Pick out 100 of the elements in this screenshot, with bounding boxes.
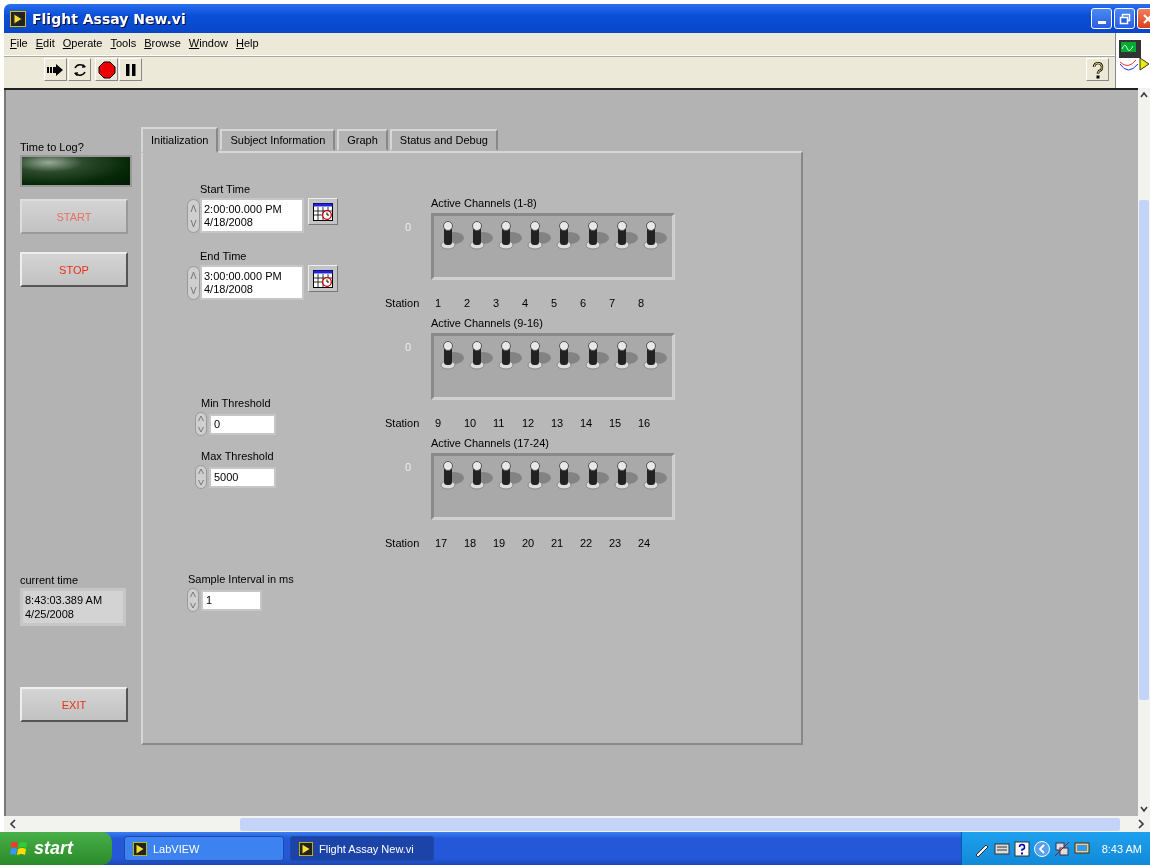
station-number: 5 bbox=[551, 297, 559, 309]
tab[interactable]: Subject Information bbox=[220, 129, 336, 151]
tab[interactable]: Status and Debug bbox=[389, 129, 498, 151]
toggle-switch[interactable] bbox=[439, 460, 465, 490]
tab[interactable]: Graph bbox=[337, 129, 388, 151]
timestamp-field[interactable]: 2:00:00.000 PM 4/18/2008 bbox=[200, 198, 304, 233]
station-label: Station bbox=[385, 297, 421, 309]
toggle-switch[interactable] bbox=[555, 220, 581, 250]
toggle-switch[interactable] bbox=[584, 460, 610, 490]
minimize-icon bbox=[1097, 21, 1106, 24]
station-number: 7 bbox=[609, 297, 617, 309]
menu-item[interactable]: Edit bbox=[35, 37, 55, 51]
toggle-switch[interactable] bbox=[497, 220, 523, 250]
station-number: 20 bbox=[522, 537, 536, 549]
station-number: 1 bbox=[435, 297, 443, 309]
station-number: 16 bbox=[638, 417, 652, 429]
help-icon[interactable] bbox=[1013, 840, 1030, 857]
toggle-switch[interactable] bbox=[526, 340, 552, 370]
toggle-switch[interactable] bbox=[613, 340, 639, 370]
station-number: 18 bbox=[464, 537, 478, 549]
run-arrow-icon bbox=[46, 62, 65, 77]
taskbar-button[interactable]: LabVIEW bbox=[124, 836, 284, 861]
run-button[interactable] bbox=[44, 58, 67, 81]
scroll-down-icon[interactable] bbox=[1139, 804, 1149, 814]
toggle-switch[interactable] bbox=[584, 220, 610, 250]
station-number: 2 bbox=[464, 297, 472, 309]
abort-button[interactable] bbox=[95, 58, 118, 81]
tab[interactable]: Initialization bbox=[141, 127, 219, 153]
toggle-switch[interactable] bbox=[526, 460, 552, 490]
station-number: 17 bbox=[435, 537, 449, 549]
station-number: 23 bbox=[609, 537, 623, 549]
vi-icon bbox=[10, 10, 26, 27]
station-number: 4 bbox=[522, 297, 530, 309]
calendar-icon bbox=[313, 269, 333, 288]
network-icon[interactable] bbox=[1053, 840, 1070, 857]
station-label: Station bbox=[385, 537, 421, 549]
toggle-switch[interactable] bbox=[555, 340, 581, 370]
station-number: 13 bbox=[551, 417, 565, 429]
toggle-switch[interactable] bbox=[497, 460, 523, 490]
run-continuously-button[interactable] bbox=[68, 58, 91, 81]
calendar-button[interactable] bbox=[308, 198, 338, 225]
station-number: 11 bbox=[493, 417, 506, 429]
horizontal-scrollbar[interactable] bbox=[4, 816, 1150, 832]
numeric-field[interactable]: 5000 bbox=[209, 466, 276, 488]
station-label: Station bbox=[385, 417, 421, 429]
toggle-switch[interactable] bbox=[584, 340, 610, 370]
log-label: Time to Log? bbox=[20, 141, 84, 153]
toggle-switch[interactable] bbox=[613, 460, 639, 490]
toggle-switch[interactable] bbox=[642, 220, 668, 250]
toggle-switch[interactable] bbox=[642, 340, 668, 370]
scroll-up-icon[interactable] bbox=[1139, 90, 1149, 100]
calendar-button[interactable] bbox=[308, 265, 338, 292]
station-number: 22 bbox=[580, 537, 594, 549]
group-label: Active Channels (9-16) bbox=[431, 317, 544, 329]
toggle-switch[interactable] bbox=[555, 460, 581, 490]
station-number: 8 bbox=[638, 297, 646, 309]
menu-item[interactable]: Tools bbox=[110, 37, 137, 51]
question-mark-icon bbox=[1090, 60, 1105, 79]
toggle-switch[interactable] bbox=[526, 220, 552, 250]
stop-sign-icon bbox=[97, 60, 116, 79]
toggle-switch[interactable] bbox=[468, 340, 494, 370]
pause-button[interactable] bbox=[119, 58, 142, 81]
field-label: Max Threshold bbox=[201, 450, 275, 462]
station-number: 10 bbox=[464, 417, 478, 429]
numeric-field[interactable]: 1 bbox=[201, 589, 262, 611]
menu-item[interactable]: File bbox=[10, 37, 28, 51]
time-label: current time bbox=[20, 574, 79, 586]
restore-icon bbox=[1118, 12, 1131, 25]
pause-icon bbox=[124, 62, 137, 77]
menu-item[interactable]: Window bbox=[188, 37, 228, 51]
menu-item[interactable]: Operate bbox=[62, 37, 103, 51]
group-label: Active Channels (1-8) bbox=[431, 197, 538, 209]
keyboard-icon[interactable] bbox=[993, 840, 1010, 857]
taskbar-button[interactable]: Flight Assay New.vi bbox=[290, 836, 434, 861]
toggle-switch[interactable] bbox=[642, 460, 668, 490]
numeric-field[interactable]: 0 bbox=[209, 413, 276, 435]
menu-item[interactable]: Browse bbox=[144, 37, 181, 51]
vi-icon bbox=[299, 841, 313, 856]
restore-button[interactable] bbox=[1114, 8, 1135, 29]
toggle-switch[interactable] bbox=[468, 220, 494, 250]
station-number: 3 bbox=[493, 297, 501, 309]
field-label: Min Threshold bbox=[201, 397, 272, 409]
monitor-icon[interactable] bbox=[1073, 840, 1090, 857]
toggle-switch[interactable] bbox=[439, 220, 465, 250]
time-display: 8:43:03.389 AM 4/25/2008 bbox=[20, 588, 126, 626]
station-number: 9 bbox=[435, 417, 443, 429]
station-number: 6 bbox=[580, 297, 588, 309]
timestamp-field[interactable]: 3:00:00.000 PM 4/18/2008 bbox=[200, 265, 304, 300]
toggle-switch[interactable] bbox=[613, 220, 639, 250]
toggle-switch[interactable] bbox=[497, 340, 523, 370]
station-number: 24 bbox=[638, 537, 652, 549]
group-label: Active Channels (17-24) bbox=[431, 437, 550, 449]
clock: 8:43 AM bbox=[1101, 842, 1142, 855]
toggle-switch[interactable] bbox=[439, 340, 465, 370]
help-button[interactable] bbox=[1086, 58, 1109, 81]
field-label: Sample Interval in ms bbox=[188, 573, 295, 585]
menu-item[interactable]: Help bbox=[236, 37, 259, 51]
toggle-switch[interactable] bbox=[468, 460, 494, 490]
minimize-button[interactable] bbox=[1091, 8, 1112, 29]
vertical-scrollbar[interactable] bbox=[1138, 88, 1150, 816]
